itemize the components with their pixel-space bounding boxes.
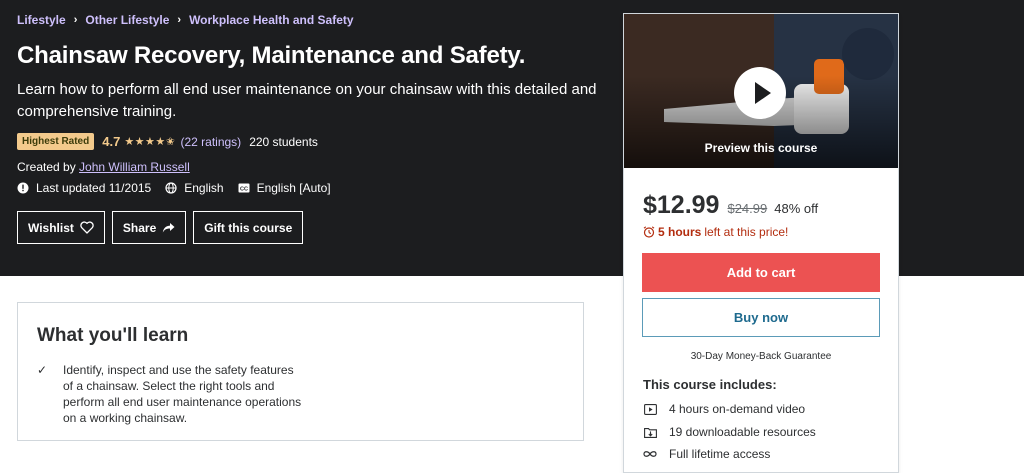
captions-text: English [Auto] <box>256 181 331 195</box>
learn-heading: What you'll learn <box>37 325 189 346</box>
include-item: 4 hours on-demand video <box>643 402 805 416</box>
last-updated-text: Last updated 11/2015 <box>36 181 152 195</box>
created-by: Created by John William Russell <box>17 160 190 174</box>
play-icon[interactable] <box>734 67 786 119</box>
preview-label: Preview this course <box>704 141 818 155</box>
infinity-icon <box>643 450 657 458</box>
language: English <box>165 181 224 195</box>
alarm-clock-icon <box>643 226 655 238</box>
share-arrow-icon <box>163 222 175 232</box>
rating-value: 4.7 <box>102 134 121 149</box>
captions: CC English [Auto] <box>238 181 331 195</box>
last-updated: Last updated 11/2015 <box>17 181 151 195</box>
highest-rated-badge: Highest Rated <box>17 133 95 150</box>
rating-row: Highest Rated 4.7 ★★★★✬ (22 ratings) 220… <box>17 133 318 150</box>
include-text: 19 downloadable resources <box>669 425 816 439</box>
current-price: $12.99 <box>643 191 720 219</box>
includes-heading: This course includes: <box>643 377 777 392</box>
gift-label: Gift this course <box>204 220 293 235</box>
breadcrumb-lifestyle[interactable]: Lifestyle <box>17 13 66 27</box>
checkmark-icon: ✓ <box>37 363 48 377</box>
download-file-icon <box>643 427 657 438</box>
closed-captions-icon: CC <box>238 183 250 193</box>
chevron-right-icon: › <box>177 14 182 26</box>
price-row: $12.99 $24.99 48% off <box>643 191 818 220</box>
hours-left: 5 hours <box>658 225 702 239</box>
include-text: Full lifetime access <box>669 447 771 461</box>
original-price: $24.99 <box>727 201 768 216</box>
learn-item-text: Identify, inspect and use the safety fea… <box>63 363 302 425</box>
language-text: English <box>184 181 224 195</box>
heart-icon <box>80 221 94 234</box>
breadcrumb-other-lifestyle[interactable]: Other Lifestyle <box>85 13 169 27</box>
hero-actions: Wishlist Share Gift this course <box>17 211 310 244</box>
breadcrumb: Lifestyle › Other Lifestyle › Workplace … <box>17 13 354 27</box>
ratings-count-link[interactable]: (22 ratings) <box>180 135 241 149</box>
course-preview-video[interactable]: Preview this course <box>624 14 898 168</box>
what-you-learn-section: What you'll learn ✓ Identify, inspect an… <box>17 302 584 441</box>
course-subtitle: Learn how to perform all end user mainte… <box>17 81 597 120</box>
author-link[interactable]: John William Russell <box>79 160 190 174</box>
svg-text:CC: CC <box>240 187 248 193</box>
add-to-cart-button[interactable]: Add to cart <box>642 253 880 292</box>
alert-info-icon <box>17 182 29 194</box>
course-title: Chainsaw Recovery, Maintenance and Safet… <box>17 42 526 69</box>
include-item: 19 downloadable resources <box>643 425 816 439</box>
discount-percent: 48% off <box>774 201 819 216</box>
created-label: Created by <box>17 160 76 174</box>
buy-now-button[interactable]: Buy now <box>642 298 880 337</box>
video-icon <box>643 403 657 415</box>
breadcrumb-workplace-health[interactable]: Workplace Health and Safety <box>189 13 354 27</box>
star-rating-icon: ★★★★✬ <box>124 136 176 148</box>
course-meta: Last updated 11/2015 English CC English … <box>17 181 345 195</box>
chevron-right-icon: › <box>73 14 78 26</box>
purchase-card: Preview this course $12.99 $24.99 48% of… <box>623 13 899 473</box>
wishlist-label: Wishlist <box>28 220 74 235</box>
student-count: 220 students <box>249 134 318 149</box>
include-text: 4 hours on-demand video <box>669 402 806 416</box>
gift-course-button[interactable]: Gift this course <box>193 211 304 244</box>
globe-icon <box>165 182 177 194</box>
learn-item: ✓ Identify, inspect and use the safety f… <box>37 362 303 426</box>
share-button[interactable]: Share <box>111 211 187 244</box>
wishlist-button[interactable]: Wishlist <box>17 211 105 244</box>
money-back-guarantee: 30-Day Money-Back Guarantee <box>690 351 832 362</box>
include-item: Full lifetime access <box>643 447 770 461</box>
share-label: Share <box>122 220 157 235</box>
timer-suffix: left at this price! <box>704 225 789 239</box>
price-timer: 5 hours left at this price! <box>643 225 788 239</box>
